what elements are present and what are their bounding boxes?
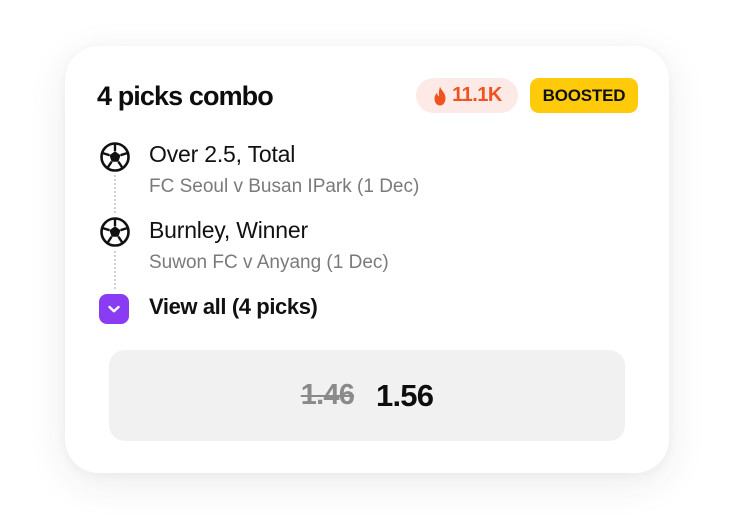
pick-match: Suwon FC v Anyang (1 Dec) [149, 252, 389, 273]
card-title: 4 picks combo [97, 81, 274, 111]
chevron-down-icon[interactable] [99, 294, 129, 324]
pick-match: FC Seoul v Busan IPark (1 Dec) [149, 176, 420, 197]
soccer-ball-icon [100, 142, 130, 172]
pick-selection: Burnley, Winner [149, 217, 308, 243]
timeline-connector [114, 175, 116, 213]
original-odds: 1.46 [300, 379, 355, 411]
stage: 4 picks combo 11.1K BOOSTED Over 2.5, To… [0, 0, 734, 521]
soccer-ball-icon [100, 217, 130, 247]
boosted-odds: 1.56 [376, 377, 434, 413]
combo-card: 4 picks combo 11.1K BOOSTED Over 2.5, To… [65, 46, 669, 473]
odds-button[interactable]: 1.46 1.56 [109, 350, 625, 441]
flame-icon [434, 86, 446, 105]
timeline-connector [114, 251, 116, 289]
chevron-down-glyph [108, 305, 120, 313]
popularity-badge: 11.1K [416, 78, 518, 113]
pick-selection: Over 2.5, Total [149, 141, 296, 167]
view-all-button[interactable]: View all (4 picks) [149, 293, 318, 321]
boosted-badge: BOOSTED [530, 78, 638, 113]
popularity-count: 11.1K [452, 84, 502, 106]
